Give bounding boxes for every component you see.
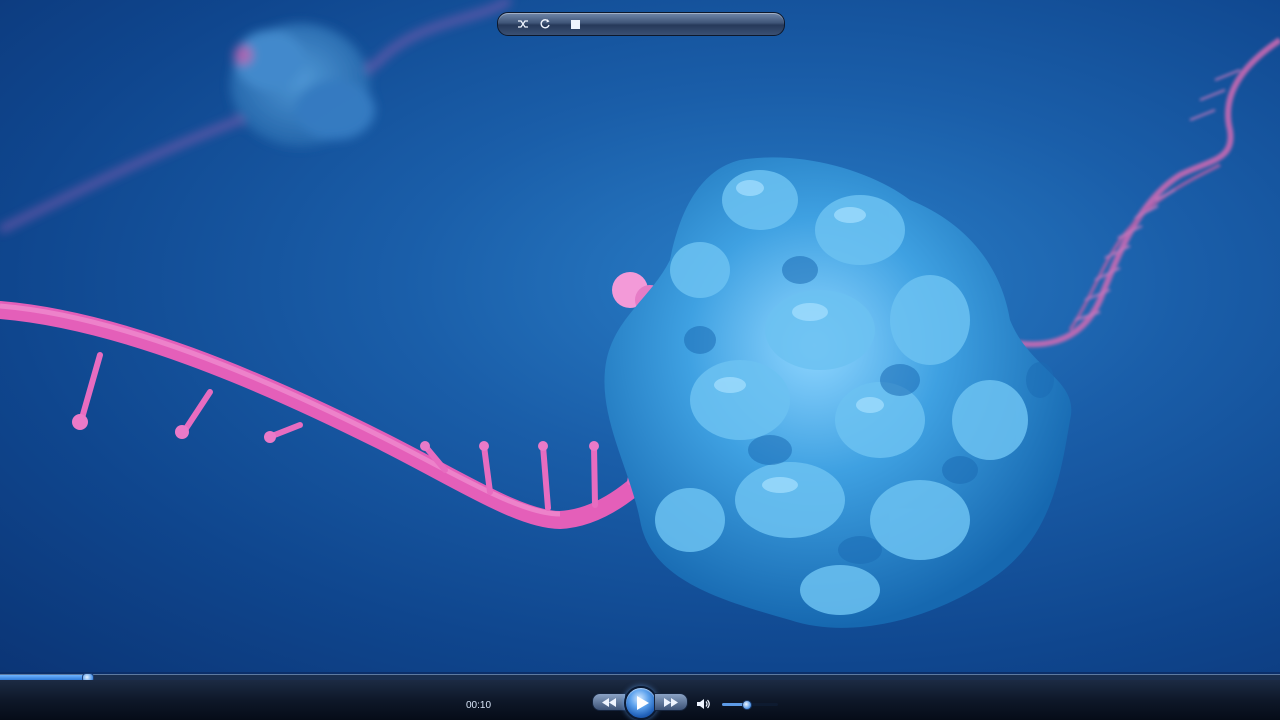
repeat-icon[interactable] [536, 16, 554, 32]
volume-thumb[interactable] [741, 700, 752, 710]
rewind-button[interactable] [592, 693, 626, 711]
play-icon [636, 696, 649, 710]
mrna-strand [0, 301, 699, 530]
time-elapsed: 00:10 [466, 700, 492, 711]
media-player-window: 00:10 [0, 0, 1280, 720]
speaker-icon[interactable] [697, 697, 711, 709]
rewind-icon [602, 697, 616, 707]
stop-icon[interactable] [566, 16, 584, 32]
video-frame[interactable] [0, 0, 1280, 672]
fast-forward-button[interactable] [654, 693, 688, 711]
shuffle-icon[interactable] [514, 16, 532, 32]
background-ribosome [0, 0, 512, 234]
fast-forward-icon [664, 697, 678, 707]
ribosome [604, 157, 1072, 628]
transport-controls [497, 12, 785, 36]
play-button[interactable] [624, 686, 658, 720]
video-content [0, 0, 1280, 628]
volume-slider[interactable] [722, 700, 778, 710]
